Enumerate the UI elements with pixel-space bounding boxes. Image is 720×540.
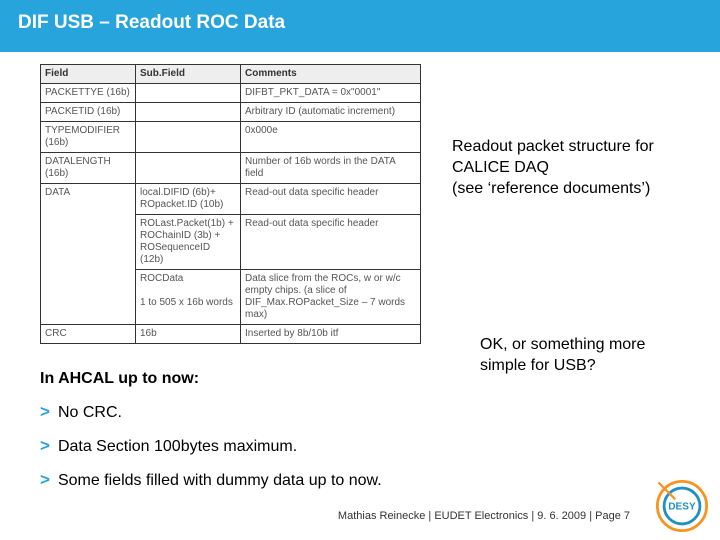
footer-text: Mathias Reinecke | EUDET Electronics | 9… [338,510,630,522]
bullet-marker-icon: > [40,402,50,422]
cell-comments: Data slice from the ROCs, w or w/c empty… [241,270,421,325]
cell-subfield [136,122,241,153]
cell-comments: DIFBT_PKT_DATA = 0x"0001" [241,84,421,103]
cell-comments: 0x000e [241,122,421,153]
cell-comments: Inserted by 8b/10b itf [241,325,421,344]
cell-comments: Arbitrary ID (automatic increment) [241,103,421,122]
th-field: Field [41,65,136,84]
cell-subfield: 16b [136,325,241,344]
bullet-marker-icon: > [40,470,50,490]
packet-table-wrap: Field Sub.Field Comments PACKETTYE (16b)… [40,64,702,344]
bullet-item: > Data Section 100bytes maximum. [40,436,420,456]
logo-text: DESY [668,501,696,512]
cell-subfield [136,153,241,184]
cell-comments: Number of 16b words in the DATA field [241,153,421,184]
bullet-text: Some fields filled with dummy data up to… [58,472,382,490]
table-row: PACKETID (16b) Arbitrary ID (automatic in… [41,103,421,122]
cell-field: PACKETTYE (16b) [41,84,136,103]
cell-field: DATALENGTH (16b) [41,153,136,184]
bullet-text: Data Section 100bytes maximum. [58,438,297,456]
cell-subfield: local.DIFID (6b)+ ROpacket.ID (10b) [136,184,241,215]
table-row: PACKETTYE (16b) DIFBT_PKT_DATA = 0x"0001" [41,84,421,103]
cell-field: DATA [41,184,136,325]
cell-field: PACKETID (16b) [41,103,136,122]
side-note-readout: Readout packet structure for CALICE DAQ … [452,137,692,199]
side-note-usb: OK, or something more simple for USB? [480,335,690,377]
table-row: DATAlocal.DIFID (6b)+ ROpacket.ID (10b)R… [41,184,421,215]
cell-comments: Read-out data specific header [241,184,421,215]
table-row: CRC16bInserted by 8b/10b itf [41,325,421,344]
cell-comments: Read-out data specific header [241,215,421,270]
bullet-list: >No CRC.>Data Section 100bytes maximum.>… [40,402,420,490]
cell-subfield [136,103,241,122]
bullet-item: > No CRC. [40,402,420,422]
cell-field: CRC [41,325,136,344]
bullet-item: > Some fields filled with dummy data up t… [40,470,420,490]
cell-subfield: ROLast.Packet(1b) + ROChainID (3b) + ROS… [136,215,241,270]
table-row: DATALENGTH (16b) Number of 16b words in t… [41,153,421,184]
bullet-text: No CRC. [58,404,122,422]
th-sub: Sub.Field [136,65,241,84]
page-title: DIF USB – Readout ROC Data [18,12,285,33]
cell-field: TYPEMODIFIER (16b) [41,122,136,153]
th-comments: Comments [241,65,421,84]
content-area: Field Sub.Field Comments PACKETTYE (16b)… [0,52,720,490]
cell-subfield [136,84,241,103]
cell-subfield: ROCData 1 to 505 x 16b words [136,270,241,325]
table-row: TYPEMODIFIER (16b) 0x000e [41,122,421,153]
title-bar: DIF USB – Readout ROC Data [0,0,720,52]
table-header-row: Field Sub.Field Comments [41,65,421,84]
bullet-marker-icon: > [40,436,50,456]
packet-table: Field Sub.Field Comments PACKETTYE (16b)… [40,64,421,344]
desy-logo: DESY [654,478,710,534]
